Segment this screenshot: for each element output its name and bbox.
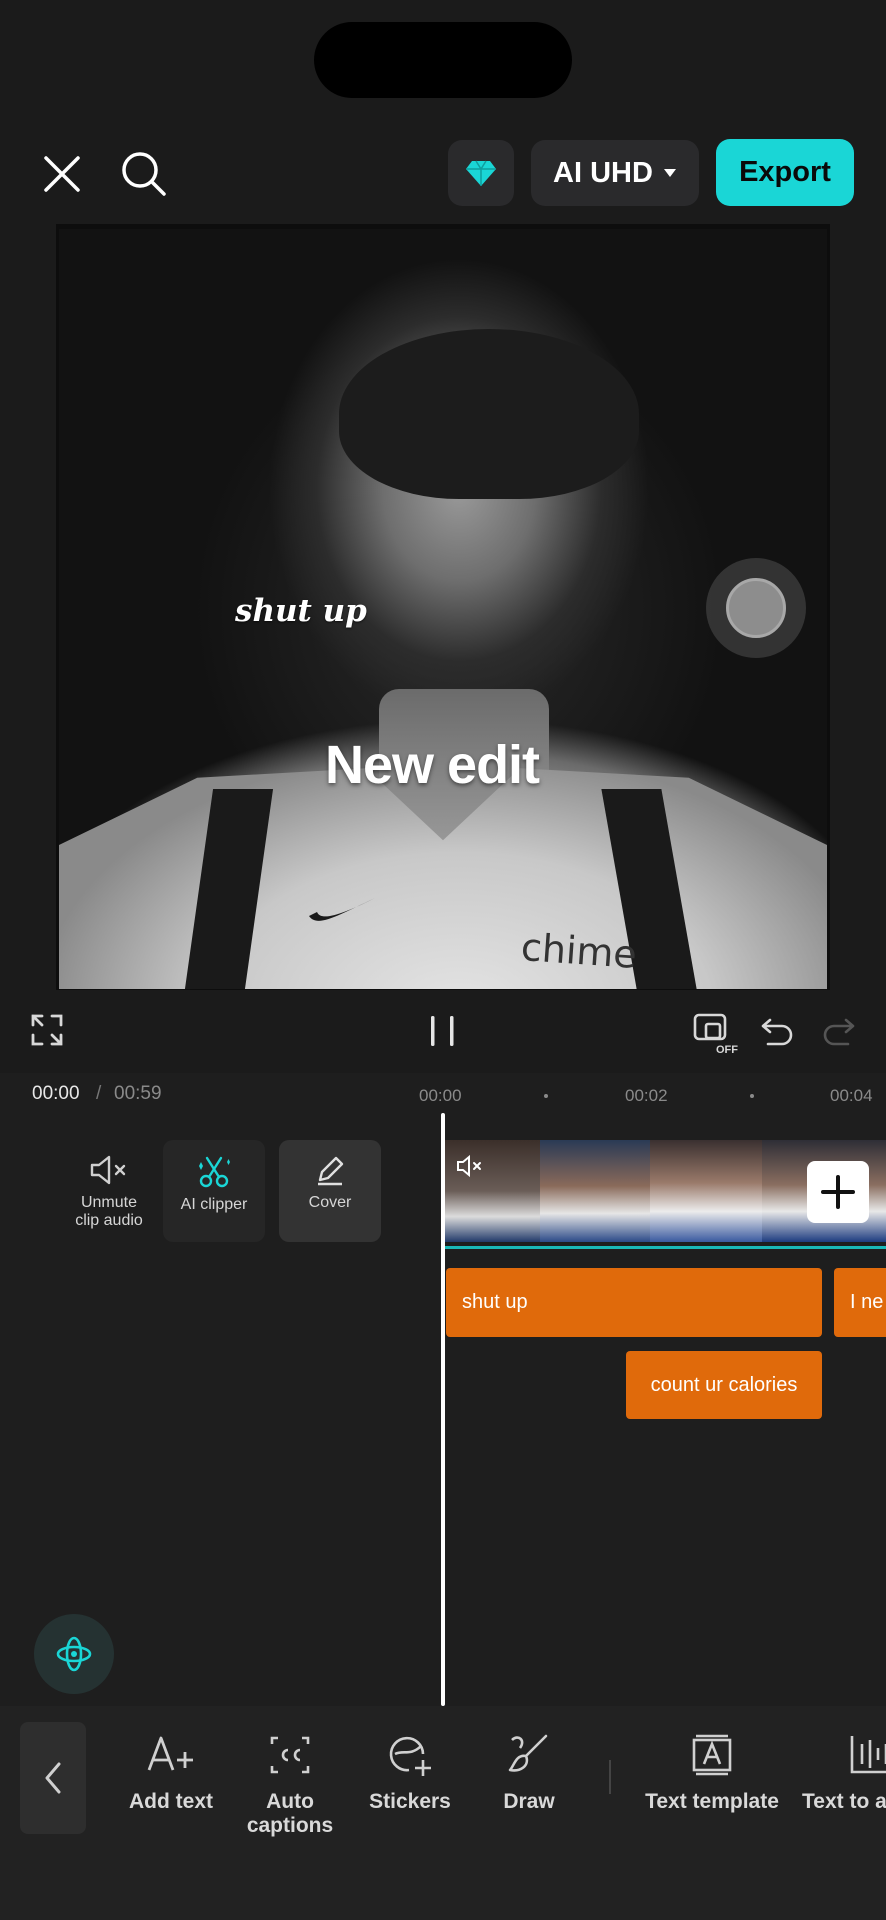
plus-icon [821, 1175, 855, 1209]
text-to-audio-tool[interactable]: Text to a [802, 1730, 886, 1814]
ai-clipper-label: AI clipper [180, 1196, 248, 1213]
fullscreen-button[interactable] [30, 1013, 64, 1047]
caption-text-top[interactable]: shut up [235, 593, 367, 629]
caret-down-icon [663, 169, 676, 177]
total-time: 00:59 [114, 1083, 162, 1104]
premium-button[interactable] [448, 140, 514, 206]
text-clip[interactable]: I ne [834, 1268, 886, 1337]
pause-icon [431, 1016, 454, 1046]
ruler-label: 00:04 [830, 1086, 873, 1105]
chevron-left-icon [45, 1762, 61, 1794]
floating-record-button[interactable] [706, 558, 806, 658]
quality-label: AI UHD [553, 156, 653, 189]
redo-icon [823, 1018, 855, 1046]
time-separator: / [96, 1083, 102, 1104]
clip-thumbnail [540, 1140, 650, 1242]
keyframe-toggle-button[interactable]: OFF [692, 1012, 740, 1056]
add-text-tool[interactable]: Add text [126, 1730, 216, 1814]
cover-label: Cover [308, 1194, 352, 1211]
ai-clipper-button[interactable]: AI clipper [163, 1140, 265, 1242]
dynamic-island [314, 22, 572, 98]
stickers-tool[interactable]: Stickers [362, 1730, 458, 1814]
quality-selector[interactable]: AI UHD [531, 140, 699, 206]
speaker-muted-icon [90, 1155, 126, 1185]
cover-button[interactable]: Cover [279, 1140, 381, 1242]
pip-badge: OFF [716, 1044, 738, 1054]
undo-icon [761, 1018, 793, 1046]
player-hair [339, 329, 639, 499]
export-button[interactable]: Export [716, 139, 854, 206]
auto-captions-tool[interactable]: Auto captions [240, 1730, 340, 1838]
search-button[interactable] [118, 148, 170, 200]
caption-text-center[interactable]: New edit [325, 734, 540, 796]
jersey-sponsor-text: chime [519, 925, 639, 977]
text-template-tool[interactable]: Text template [638, 1730, 786, 1814]
undo-button[interactable] [760, 1014, 794, 1046]
clip-muted-icon [457, 1154, 481, 1178]
add-clip-button[interactable] [807, 1161, 869, 1223]
text-to-audio-icon [850, 1736, 886, 1774]
brush-icon [508, 1734, 548, 1772]
text-to-audio-label: Text to a [802, 1790, 886, 1813]
captions-icon [270, 1736, 310, 1774]
back-button[interactable] [20, 1722, 86, 1834]
ruler-label: 00:02 [625, 1086, 668, 1105]
pip-off-icon: OFF [693, 1013, 738, 1056]
current-time: 00:00 [32, 1083, 80, 1104]
playhead[interactable] [441, 1113, 445, 1706]
draw-label: Draw [503, 1790, 555, 1813]
text-template-label: Text template [645, 1790, 779, 1813]
unmute-clip-audio-button[interactable]: Unmute clip audio [58, 1140, 160, 1242]
record-button-core [726, 578, 786, 638]
close-icon [44, 156, 80, 192]
text-clip[interactable]: shut up [446, 1268, 822, 1337]
ai-assistant-button[interactable] [34, 1614, 114, 1694]
text-clip[interactable]: count ur calories [626, 1351, 822, 1419]
clip-thumbnail [650, 1140, 762, 1242]
toolbar-divider [609, 1760, 611, 1794]
ruler-dot [750, 1094, 754, 1098]
pause-button[interactable] [428, 1014, 458, 1048]
add-text-label: Add text [129, 1790, 213, 1813]
sticker-icon [389, 1736, 431, 1776]
search-icon [122, 152, 166, 196]
unmute-label: Unmute clip audio [75, 1194, 143, 1229]
ruler-label: 00:00 [419, 1086, 462, 1105]
auto-captions-label: Auto captions [246, 1790, 334, 1837]
swoosh-logo [309, 898, 375, 921]
pencil-icon [318, 1156, 344, 1186]
expand-icon [31, 1014, 63, 1046]
draw-tool[interactable]: Draw [492, 1730, 566, 1814]
stickers-label: Stickers [369, 1790, 451, 1813]
close-button[interactable] [38, 150, 86, 198]
redo-button[interactable] [822, 1014, 856, 1046]
orbit-icon [56, 1636, 92, 1672]
clip-track-underline [444, 1246, 886, 1249]
text-template-icon [692, 1734, 732, 1776]
ai-scissors-icon [199, 1156, 230, 1188]
add-text-icon [147, 1736, 193, 1771]
ruler-dot [544, 1094, 548, 1098]
diamond-icon [466, 160, 496, 186]
